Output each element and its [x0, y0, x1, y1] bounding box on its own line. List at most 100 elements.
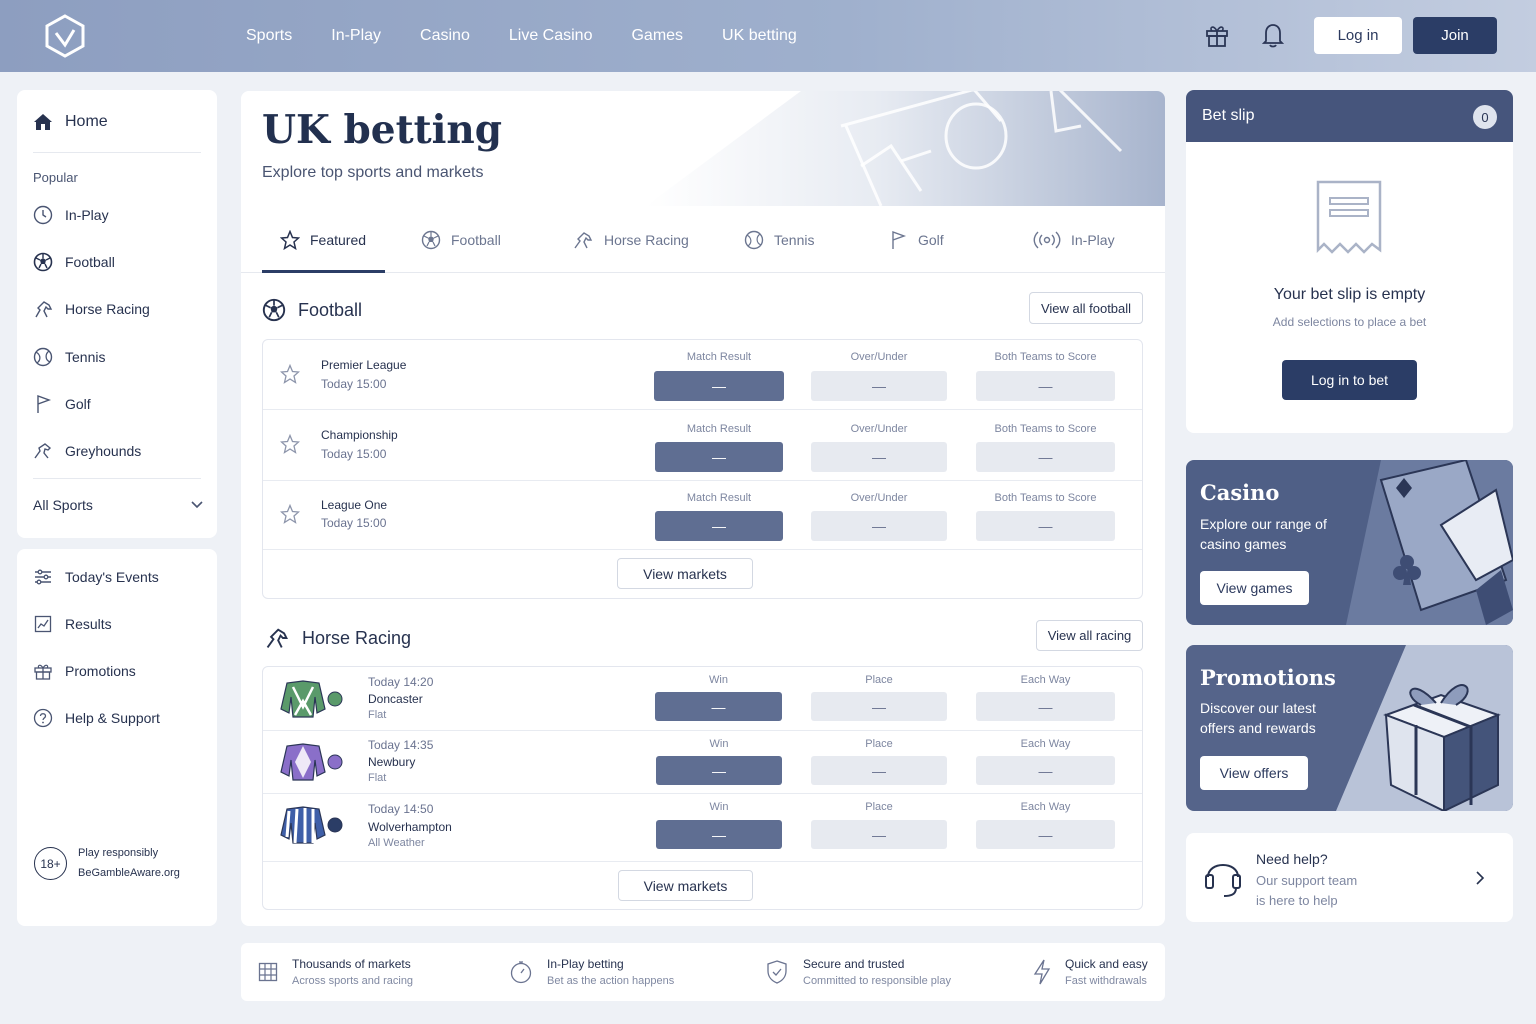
login-button[interactable]: Log in: [1314, 17, 1402, 54]
sidebar-item-results[interactable]: Results: [33, 614, 112, 634]
headset-icon: [1204, 853, 1242, 899]
sidebar-item-home[interactable]: Home: [33, 112, 108, 132]
market-header: Over/Under: [850, 492, 908, 504]
race-type: Flat: [368, 709, 387, 721]
casino-subtitle: Explore our range of casino games: [1200, 516, 1327, 552]
flag-icon: [888, 230, 908, 250]
favourite-star-icon[interactable]: [280, 434, 300, 454]
section-title-text: Horse Racing: [302, 627, 412, 648]
odds-button[interactable]: —: [976, 371, 1115, 401]
all-sports-label: All Sports: [33, 497, 93, 513]
odds-button[interactable]: —: [811, 756, 947, 785]
feature-title: Quick and easy: [1065, 957, 1148, 971]
need-help-card[interactable]: Need help? Our support team is here to h…: [1186, 833, 1513, 922]
odds-button[interactable]: —: [655, 511, 783, 541]
brand-logo[interactable]: [44, 14, 86, 58]
nav-uk-betting[interactable]: UK betting: [722, 27, 797, 45]
market-header: Place: [865, 674, 893, 686]
sidebar-item-promotions[interactable]: Promotions: [33, 661, 136, 681]
horse-racing-section-title: Horse Racing: [264, 626, 411, 650]
sidebar-item-in-play[interactable]: In-Play: [33, 205, 109, 225]
sidebar-item-tennis[interactable]: Tennis: [33, 347, 105, 367]
odds-button[interactable]: —: [656, 756, 782, 785]
sidebar-item-horse-racing[interactable]: Horse Racing: [33, 299, 150, 319]
section-title-text: Football: [298, 299, 363, 320]
promotions-promo-card: Promotions Discover our latest offers an…: [1186, 645, 1513, 811]
odds-button[interactable]: —: [655, 442, 783, 472]
nav-casino[interactable]: Casino: [420, 27, 470, 45]
odds-button[interactable]: —: [811, 371, 947, 401]
view-offers-button[interactable]: View offers: [1200, 756, 1308, 790]
view-markets-button[interactable]: View markets: [618, 870, 753, 901]
nav-sports[interactable]: Sports: [246, 27, 292, 45]
tab-label: Tennis: [774, 231, 815, 248]
sidebar-item-golf[interactable]: Golf: [33, 394, 91, 414]
odds-button[interactable]: —: [811, 511, 947, 541]
odds-button[interactable]: —: [976, 692, 1115, 721]
hero-banner: UK betting Explore top sports and market…: [241, 91, 1165, 206]
view-games-button[interactable]: View games: [1200, 571, 1309, 605]
join-button[interactable]: Join: [1413, 17, 1497, 54]
market-header: Both Teams to Score: [994, 423, 1097, 435]
horse-icon: [33, 299, 53, 319]
odds-button[interactable]: —: [976, 820, 1115, 849]
nav-in-play[interactable]: In-Play: [331, 27, 381, 45]
active-tab-indicator: [262, 270, 385, 273]
bet-count-badge: 0: [1473, 105, 1497, 129]
view-all-racing-button[interactable]: View all racing: [1036, 620, 1143, 651]
market-header: Match Result: [686, 492, 752, 504]
sidebar-item-football[interactable]: Football: [33, 252, 115, 272]
view-all-football-button[interactable]: View all football: [1029, 292, 1143, 324]
tab-in-play[interactable]: In-Play: [1033, 206, 1115, 273]
jockey-silks-icon: [275, 679, 345, 719]
gift-icon[interactable]: [1205, 22, 1229, 48]
tab-golf[interactable]: Golf: [888, 206, 944, 273]
view-markets-button[interactable]: View markets: [617, 558, 753, 589]
casino-promo-card: Casino Explore our range of casino games…: [1186, 460, 1513, 625]
odds-button[interactable]: —: [811, 692, 947, 721]
tab-label: Featured: [310, 231, 367, 248]
sidebar-item-help-support[interactable]: Help & Support: [33, 708, 160, 728]
popular-heading: Popular: [33, 170, 78, 185]
bell-icon[interactable]: [1262, 22, 1284, 48]
match-league: Championship: [321, 428, 398, 442]
nav-live-casino[interactable]: Live Casino: [509, 27, 593, 45]
horse-icon: [572, 230, 594, 250]
main-nav: Sports In-Play Casino Live Casino Games …: [246, 0, 797, 72]
odds-button[interactable]: —: [976, 511, 1115, 541]
bet-slip-title: Bet slip: [1202, 107, 1255, 124]
tab-featured[interactable]: Featured: [280, 206, 366, 273]
race-course: Newbury: [368, 755, 416, 769]
odds-button[interactable]: —: [811, 820, 947, 849]
race-type: Flat: [368, 772, 387, 784]
football-icon: [262, 298, 286, 322]
row-divider: [263, 409, 1142, 410]
odds-button[interactable]: —: [656, 820, 782, 849]
feature-subtitle: Committed to responsible play: [803, 975, 951, 987]
odds-button[interactable]: —: [655, 692, 782, 721]
all-sports-dropdown[interactable]: All Sports: [33, 497, 203, 513]
odds-button[interactable]: —: [976, 756, 1115, 785]
tab-football[interactable]: Football: [421, 206, 501, 273]
login-to-bet-button[interactable]: Log in to bet: [1282, 360, 1417, 400]
odds-button[interactable]: —: [976, 442, 1115, 472]
sidebar-item-todays-events[interactable]: Today's Events: [33, 567, 159, 587]
nav-games[interactable]: Games: [631, 27, 683, 45]
begambleaware-link[interactable]: BeGambleAware.org: [78, 867, 180, 879]
odds-button[interactable]: —: [654, 371, 784, 401]
sidebar-item-greyhounds[interactable]: Greyhounds: [33, 441, 141, 461]
match-time: Today 15:00: [321, 516, 387, 530]
tab-tennis[interactable]: Tennis: [744, 206, 814, 273]
horse-icon: [264, 626, 290, 650]
sidebar-sports-menu: Home Popular In-Play Football Horse Raci…: [17, 90, 217, 538]
favourite-star-icon[interactable]: [280, 364, 300, 384]
favourite-star-icon[interactable]: [280, 504, 300, 524]
grid-icon: [258, 962, 278, 982]
football-icon: [33, 252, 53, 272]
help-subtitle: is here to help: [1256, 893, 1338, 908]
tennis-ball-icon: [744, 230, 764, 250]
odds-button[interactable]: —: [811, 442, 947, 472]
home-icon: [33, 112, 53, 132]
tab-horse-racing[interactable]: Horse Racing: [572, 206, 689, 273]
feature-in-play: In-Play betting Bet as the action happens: [509, 957, 674, 987]
